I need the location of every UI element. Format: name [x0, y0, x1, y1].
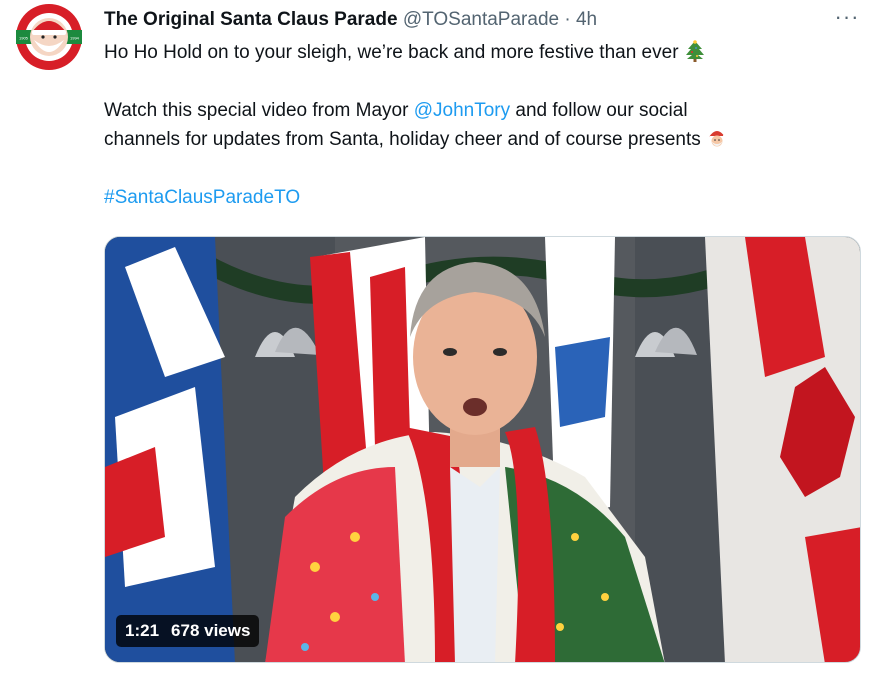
tweet[interactable]: 1905 1994 The Original Santa Claus Parad…	[0, 0, 876, 680]
avatar[interactable]: 1905 1994	[14, 2, 84, 72]
tweet-text: Ho Ho Hold on to your sleigh, we’re back…	[104, 38, 864, 212]
canada-flag-right	[705, 237, 860, 662]
video-stats-overlay: 1:21 678 views	[116, 615, 260, 647]
video-player[interactable]: 1:21 678 views	[104, 236, 861, 663]
author-name[interactable]: The Original Santa Claus Parade	[104, 9, 398, 30]
more-options-button[interactable]: ···	[829, 4, 865, 32]
tweet-header: The Original Santa Claus Parade @TOSanta…	[104, 8, 864, 34]
christmas-tree-icon	[685, 40, 704, 62]
logo-year-right: 1994	[70, 36, 80, 41]
logo-year-left: 1905	[19, 36, 29, 41]
hashtag-link[interactable]: #SantaClausParadeTO	[104, 187, 300, 208]
video-duration: 1:21	[125, 621, 160, 640]
tweet-line-2-suffix: and follow our social	[510, 100, 688, 121]
parade-logo: 1905 1994	[15, 3, 83, 71]
tweet-line-2-prefix: Watch this special video from Mayor	[104, 100, 414, 121]
timestamp[interactable]: 4h	[576, 9, 597, 30]
tweet-line-3: channels for updates from Santa, holiday…	[104, 129, 701, 150]
tweet-line-1: Ho Ho Hold on to your sleigh, we’re back…	[104, 42, 679, 63]
video-frame	[105, 237, 860, 662]
toronto-flag-left	[105, 237, 235, 662]
author-handle[interactable]: @TOSantaParade	[403, 9, 559, 30]
video-views: 678 views	[171, 621, 251, 640]
header-separator: ·	[564, 9, 571, 30]
mention-link[interactable]: @JohnTory	[414, 100, 510, 121]
santa-icon	[709, 131, 728, 147]
